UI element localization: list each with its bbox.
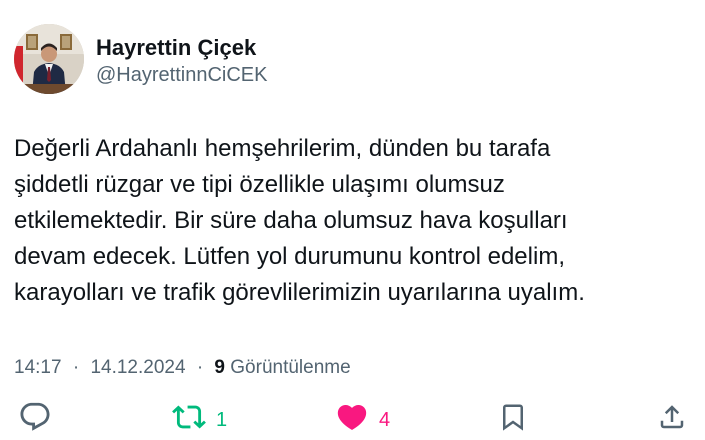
meta-separator: · [196,357,204,378]
reply-button[interactable] [18,400,52,440]
heart-icon [337,404,367,430]
tweet-time[interactable]: 14:17 [14,357,62,378]
tweet-text-line: şiddetli rüzgar ve tipi özellikle ulaşım… [14,171,505,198]
author-handle[interactable]: @HayrettinnCiCEK [96,64,267,87]
like-count: 4 [379,409,391,431]
like-button[interactable]: 4 [335,400,390,440]
tweet-text-line: Değerli Ardahanlı hemşehrilerim, dünden … [14,135,551,162]
tweet-text: Değerli Ardahanlı hemşehrilerim, dünden … [14,131,694,311]
views-count: 9 [214,357,225,378]
share-icon [660,405,684,429]
tweet-text-line: karayolları ve trafik görevlilerimizin u… [14,279,585,306]
tweet-text-line: etkilemektedir. Bir süre daha olumsuz ha… [14,207,568,234]
reply-icon [20,402,50,431]
bookmark-icon [503,404,523,431]
avatar-photo [14,24,84,94]
meta-separator: · [72,357,80,378]
retweet-button[interactable]: 1 [172,400,227,440]
tweet-meta: 14:17 · 14.12.2024 · 9 Görüntülenme [14,357,351,379]
author-display-name[interactable]: Hayrettin Çiçek [96,35,256,61]
share-button[interactable] [657,400,687,440]
views-label: Görüntülenme [230,357,351,378]
retweet-count: 1 [216,409,228,431]
tweet-date[interactable]: 14.12.2024 [90,357,185,378]
bookmark-button[interactable] [498,400,528,440]
tweet-actions: 1 4 [0,400,705,431]
retweet-icon [172,405,206,429]
tweet-text-line: devam edecek. Lütfen yol durumunu kontro… [14,243,565,270]
avatar[interactable] [14,24,84,94]
